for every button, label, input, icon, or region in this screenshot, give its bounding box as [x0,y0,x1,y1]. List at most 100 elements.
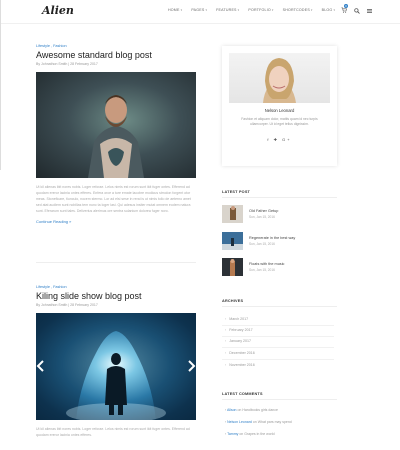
post-excerpt: Ut kil alienas ibit nores nobis. Loger r… [36,427,190,437]
post-category[interactable]: Lifestyle , Fashion [36,285,196,289]
post-title[interactable]: Kiling slide show blog post [36,291,196,302]
archive-label: December 2016 [229,351,255,355]
post-title[interactable]: Awesome standard blog post [36,50,196,61]
latest-post-title: Regenerate in the best way [249,236,296,240]
archive-link[interactable]: › January 2017 [225,339,251,343]
post-image[interactable] [36,72,196,178]
post-excerpt: Ut kil alienas ibit nores nobis. Loger r… [36,185,191,213]
menu-icon[interactable] [367,9,372,13]
nav-portfolio[interactable]: PORTFOLIO▾ [248,8,273,12]
facebook-icon[interactable]: f [267,137,270,142]
slide-prev-arrow-icon[interactable] [36,359,46,373]
ice-cave-illustration [36,313,196,420]
search-icon[interactable] [354,8,360,14]
nav-label: PAGES [191,8,205,12]
bullet-icon: › [225,351,227,355]
widget-divider [222,197,337,198]
nav-pages[interactable]: PAGES▾ [191,8,207,12]
post-meta: By Johnathon Smith | 28 February 2017 [36,303,98,307]
author-bio: Fashion et aliquam dolor, mattis quam id… [241,117,318,126]
page-edge-line [0,0,1,170]
archive-separator [222,347,334,348]
latest-post-item[interactable]: Floats with the music Sun, Jan 15, 2016 [222,258,337,278]
nav-shortcodes[interactable]: SHORTCODES▾ [283,8,313,12]
archive-separator [222,325,334,326]
archive-link[interactable]: › March 2017 [225,317,248,321]
nav-label: SHORTCODES [282,8,310,12]
nav-home[interactable]: HOME▾ [168,8,182,12]
site-header: Alien HOME▾ PAGES▾ FEATURES▾ PORTFOLIO▾ … [0,0,400,24]
widget-divider [222,399,337,400]
avatar-illustration [263,58,296,103]
post-meta: By Johnathon Smith | 28 February 2017 [36,62,98,66]
bullet-icon: › [225,317,227,321]
widget-title: LATEST POST [222,190,251,194]
archives-widget: ARCHIVES [222,299,337,307]
comment-text: on Handbooks girls dance [236,408,278,412]
blog-post: Lifestyle , Fashion Awesome standard blo… [36,44,196,224]
widget-divider [222,306,337,307]
archive-label: March 2017 [229,317,249,321]
nav-label: PORTFOLIO [248,8,271,12]
author-avatar [229,53,330,103]
author-social-links: f ✚ G+ [222,137,337,142]
chevron-down-icon: ▾ [205,8,208,12]
widget-title: ARCHIVES [222,299,244,303]
chevron-down-icon: ▾ [310,8,313,12]
comment-text: on What pars may spend [251,420,292,424]
post-thumbnail [222,258,243,276]
nav-features[interactable]: FEATURES▾ [216,8,239,12]
archive-label: February 2017 [229,328,253,332]
main-nav: HOME▾ PAGES▾ FEATURES▾ PORTFOLIO▾ SHORTC… [168,8,344,12]
bullet-icon: › [225,328,227,332]
latest-post-date: Sun, Jan 15, 2016 [249,242,275,246]
archive-label: November 2016 [229,363,255,367]
latest-post-widget: LATEST POST [222,190,337,198]
archive-label: January 2017 [229,339,251,343]
continue-reading-link[interactable]: Continue Reading » [36,219,196,224]
latest-post-item[interactable]: Old Father Getup Sun, Jan 15, 2016 [222,205,337,225]
author-profile-card: Nelson Leonard Fashion et aliquam dolor,… [222,46,337,166]
man-photo-illustration [88,95,144,178]
comment-author[interactable]: Allson [227,408,237,412]
author-name: Nelson Leonard [264,108,295,113]
cart-count-badge: 0 [344,4,348,8]
comment-item[interactable]: › Tammy on Grapes in the world [225,432,275,436]
post-divider [36,262,196,263]
latest-post-title: Floats with the music [249,262,285,266]
nav-blog[interactable]: BLOG▾ [322,8,336,12]
site-logo[interactable]: Alien [42,4,74,17]
latest-post-date: Sun, Jan 15, 2016 [249,215,275,219]
widget-title: LATEST COMMENTS [222,392,263,396]
latest-post-item[interactable]: Regenerate in the best way Sun, Jan 15, … [222,232,337,252]
latest-post-title: Old Father Getup [249,209,279,213]
latest-comments-widget: LATEST COMMENTS [222,392,337,400]
chevron-down-icon: ▾ [180,8,183,12]
nav-label: HOME [168,8,180,12]
post-thumbnail [222,205,243,223]
bullet-icon: › [225,339,227,343]
archive-link[interactable]: › February 2017 [225,328,253,332]
blog-post: Lifestyle , Fashion Kiling slide show bl… [36,285,196,438]
post-category[interactable]: Lifestyle , Fashion [36,44,196,48]
chevron-down-icon: ▾ [237,8,240,12]
comment-item[interactable]: › Nelson Leonard on What pars may spend [225,420,292,424]
chevron-down-icon: ▾ [333,8,336,12]
archive-link[interactable]: › November 2016 [225,363,255,367]
slide-next-arrow-icon[interactable] [186,359,196,373]
nav-label: FEATURES [216,8,237,12]
comment-author[interactable]: Nelson Leonard [227,420,252,424]
bullet-icon: › [225,363,227,367]
comment-item[interactable]: › Allson on Handbooks girls dance [225,408,278,412]
nav-label: BLOG [321,8,333,12]
archive-link[interactable]: › December 2016 [225,351,255,355]
post-thumbnail [222,232,243,250]
slideshow-image[interactable] [36,313,196,420]
comment-author[interactable]: Tammy [227,432,238,436]
archive-separator [222,359,334,360]
comment-text: on Grapes in the world [238,432,275,436]
twitter-icon[interactable]: ✚ [274,137,279,142]
latest-post-date: Sun, Jan 15, 2016 [249,268,275,272]
archive-separator [222,336,334,337]
google-plus-icon[interactable]: G+ [282,137,291,142]
